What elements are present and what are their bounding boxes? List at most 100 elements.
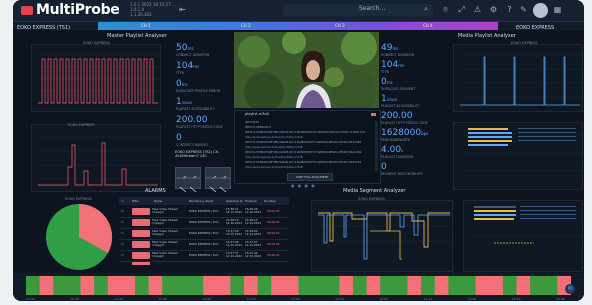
timeline-ok-segment[interactable] (325, 276, 340, 295)
playlist-viewer[interactable]: playlist.m3u8 #EXTM3U #EXT-X-VERSION:3 #… (234, 110, 381, 184)
master-playlist-title: Master Playlist Analyser (107, 33, 167, 39)
timeline-alarm-segment[interactable] (407, 276, 422, 295)
alarm-object: EOKO EXPRESS (TS1) (189, 220, 219, 224)
object-header[interactable]: Monitoring object (189, 199, 213, 203)
close-icon[interactable] (371, 113, 376, 116)
timeline-alarm-segment[interactable] (244, 276, 259, 295)
timeline-ok-segment[interactable] (462, 276, 477, 295)
wrench-icon[interactable]: ✎ (519, 5, 528, 14)
timeline-tick: 15:00 (467, 297, 477, 301)
metric-unit: bps (421, 131, 429, 136)
timeline-alarm-segment[interactable] (203, 276, 218, 295)
table-row[interactable] (119, 261, 289, 265)
stream-label[interactable]: CH 2 (241, 23, 251, 28)
timeline-tick: 13:00 (291, 297, 300, 301)
metric-ttfb: 104ms TTFB (381, 61, 404, 75)
timeline-alarm-segment[interactable] (434, 276, 449, 295)
duration-header[interactable]: Duration (264, 199, 276, 203)
alarm-finished: 15:38:04 12.10.2022 (245, 229, 262, 237)
timeline-ok-segment[interactable] (230, 276, 245, 295)
timeline-ok-segment[interactable] (380, 276, 395, 295)
stream-selector[interactable] (98, 22, 498, 30)
media-bar-chart-2 (460, 128, 582, 172)
media-chart-2 (453, 122, 583, 190)
search-bar[interactable]: Search... ⌕ (283, 4, 433, 16)
stream-label[interactable]: CH 1 (141, 23, 151, 28)
timeline-alarm-segment[interactable] (148, 276, 163, 295)
timeline-ok-segment[interactable] (94, 276, 109, 295)
finished-header[interactable]: Finished (245, 199, 256, 203)
timeline-ok-segment[interactable] (543, 276, 558, 295)
timeline-ok-segment[interactable] (135, 276, 150, 295)
timeline-alarm-segment[interactable] (284, 276, 300, 295)
timeline-alarm-segment[interactable] (271, 276, 286, 295)
toggle-button[interactable] (175, 167, 201, 182)
pager-dots[interactable]: ● ● ● ● (291, 183, 316, 188)
timeline-alarm-segment[interactable] (489, 276, 504, 295)
timeline-alarm-segment[interactable] (475, 276, 490, 295)
search-input[interactable]: Search... (359, 5, 385, 12)
timeline-ok-segment[interactable] (257, 276, 272, 295)
search-icon[interactable]: ⌕ (424, 5, 428, 14)
back-icon[interactable]: ⇤ (178, 5, 187, 14)
help-icon[interactable]: ? (505, 5, 514, 14)
timeline-ok-segment[interactable] (502, 276, 518, 295)
toggle-button[interactable] (205, 167, 231, 182)
copy-document-button[interactable]: COPY FULL DOCUMENT (287, 173, 333, 181)
filter-header[interactable]: Filter (132, 199, 139, 203)
metric-duplicate-profile: 0ms DUPLICATE PROFILE ERROR (176, 80, 220, 94)
apps-icon[interactable]: ▦ (553, 5, 562, 14)
status-timeline[interactable] (26, 276, 571, 295)
chat-icon[interactable]: ✉ (565, 284, 575, 294)
code-line: #EXT-X-STREAM-INF:PROGRAM-ID=1,BANDWIDTH… (245, 150, 362, 154)
timeline-ok-segment[interactable] (448, 276, 463, 295)
detected-header[interactable]: Detected at (226, 199, 243, 203)
cast-icon[interactable]: ⤢ (457, 5, 466, 14)
name-header[interactable]: Name (154, 199, 162, 203)
timeline-alarm-segment[interactable] (80, 276, 95, 295)
timeline-ok-segment[interactable] (66, 276, 82, 295)
warning-icon[interactable]: ⚠ (473, 5, 482, 14)
scan-icon[interactable]: ⌾ (441, 5, 450, 14)
metric-http-status: 200.00 PLAYLIST HTTP STATUS CODE (381, 112, 428, 126)
timeline-ok-segment[interactable] (530, 276, 545, 295)
timeline-ok-segment[interactable] (298, 276, 313, 295)
code-line: #EXT-X-STREAM-INF:PROGRAM-ID=1,BANDWIDTH… (245, 140, 362, 144)
stream-label[interactable]: CH 4 (423, 23, 433, 28)
timeline-alarm-segment[interactable] (216, 276, 231, 295)
row-checkbox[interactable]: ☐ (121, 253, 124, 257)
timeline-alarm-segment[interactable] (366, 276, 381, 295)
settings-icon[interactable]: ⚙ (489, 5, 498, 14)
metric-label: CONNECT DURATION (381, 53, 415, 57)
timeline-ok-segment[interactable] (189, 276, 204, 295)
timeline-alarm-segment[interactable] (339, 276, 354, 295)
alarm-duration: 00:00:05 (267, 253, 280, 257)
timeline-ok-segment[interactable] (353, 276, 368, 295)
row-checkbox[interactable]: ☐ (121, 209, 124, 213)
timeline-alarm-segment[interactable] (39, 276, 54, 295)
row-checkbox[interactable]: ☐ (121, 220, 124, 224)
avatar[interactable] (533, 3, 548, 18)
timeline-ok-segment[interactable] (162, 276, 177, 295)
row-checkbox[interactable]: ☐ (121, 242, 124, 246)
toggle-button[interactable] (175, 178, 201, 193)
stream-label[interactable]: CH 3 (335, 23, 345, 28)
timeline-alarm-segment[interactable] (121, 276, 136, 295)
toggle-button[interactable] (205, 178, 231, 193)
video-preview[interactable] (234, 32, 379, 108)
timeline-ok-segment[interactable] (26, 276, 41, 295)
timeline-alarm-segment[interactable] (107, 276, 122, 295)
timeline-alarm-segment[interactable] (516, 276, 531, 295)
select-all-checkbox[interactable]: ☐ (121, 199, 124, 203)
scrollbar[interactable] (375, 121, 378, 171)
timeline-ok-segment[interactable] (53, 276, 68, 295)
timeline-ok-segment[interactable] (175, 276, 191, 295)
alarm-detected: 15:37:59 12.10.2022 (226, 229, 243, 237)
timeline-tick: 10:30 (70, 297, 79, 301)
row-checkbox[interactable]: ☐ (121, 231, 124, 235)
timeline-ok-segment[interactable] (393, 276, 409, 295)
code-line: http://eokoexpress.tv/live/hls/720p.m3u8 (245, 135, 303, 139)
segment-bar-chart (470, 206, 582, 257)
timeline-ok-segment[interactable] (312, 276, 327, 295)
timeline-ok-segment[interactable] (421, 276, 436, 295)
